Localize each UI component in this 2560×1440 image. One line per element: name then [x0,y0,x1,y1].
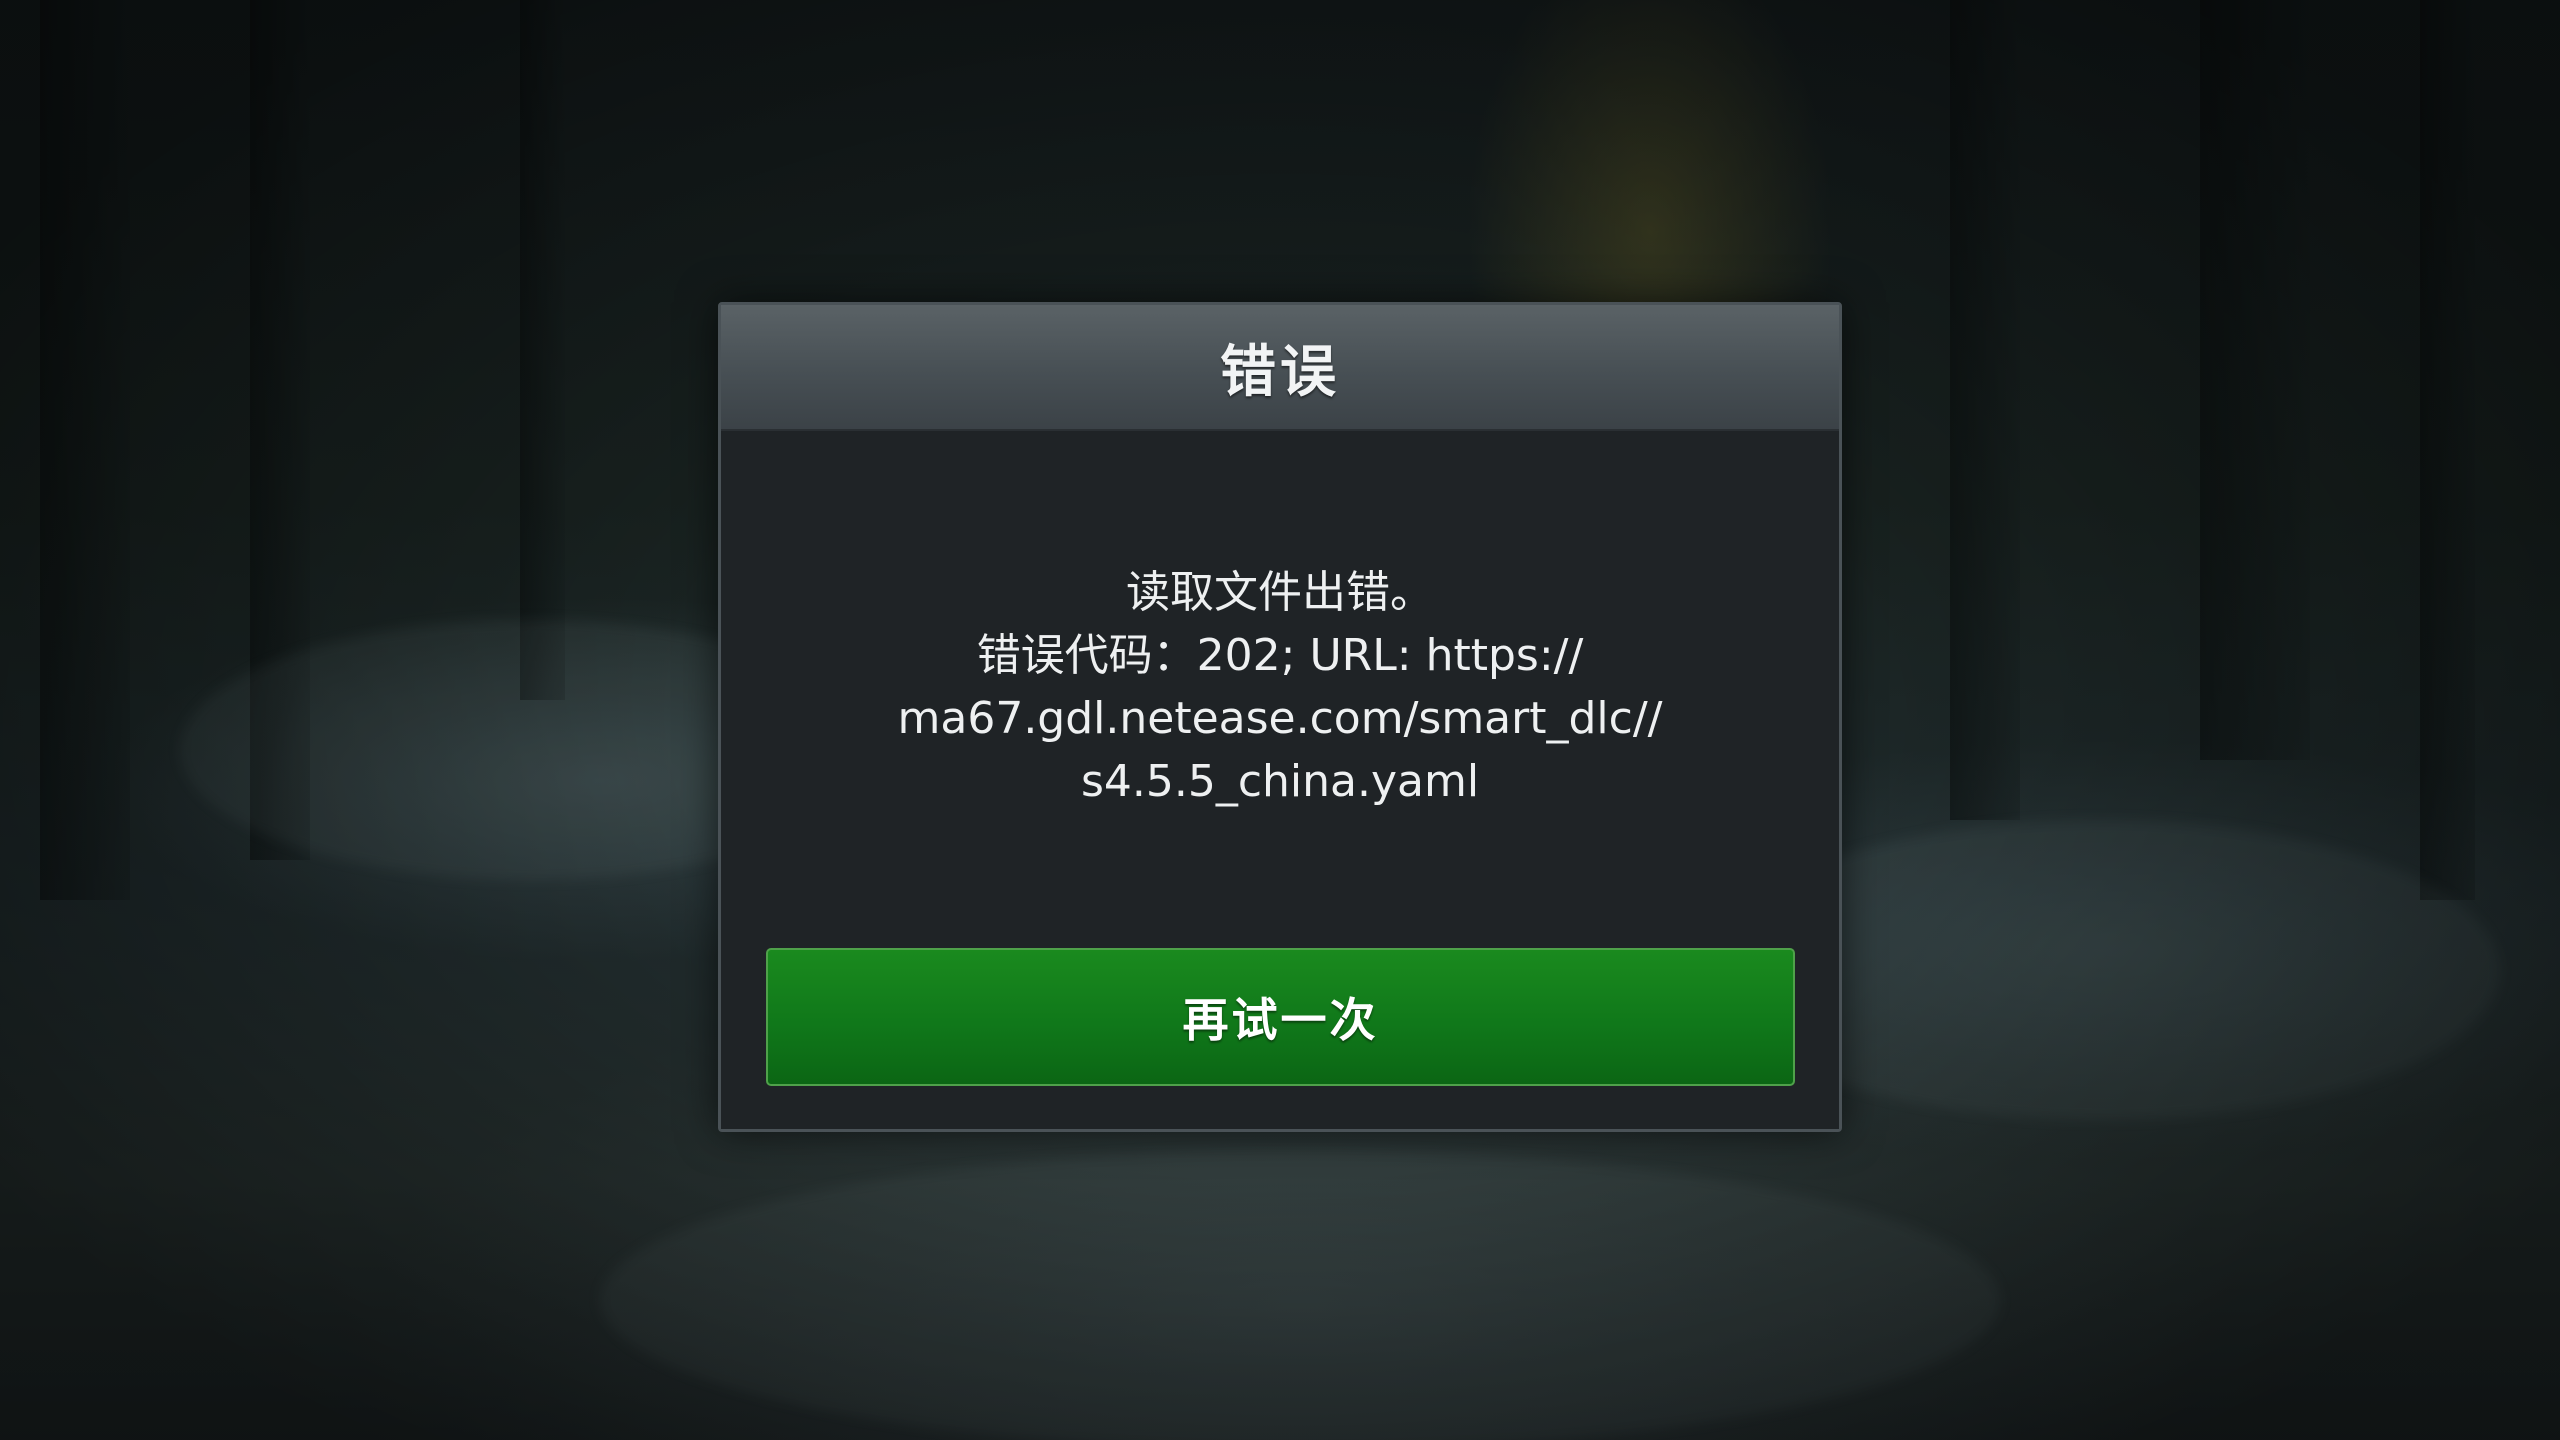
retry-button[interactable]: 再试一次 [766,948,1795,1086]
dialog-title: 错误 [1220,339,1340,405]
dialog-header: 错误 [721,305,1839,431]
error-message-line: 读取文件出错。 [1126,567,1434,618]
error-dialog: 错误 读取文件出错。 错误代码：202; URL: https:// ma67.… [718,302,1842,1132]
dialog-body: 读取文件出错。 错误代码：202; URL: https:// ma67.gdl… [721,431,1839,1129]
retry-button-label: 再试一次 [1182,993,1379,1047]
error-message-line: s4.5.5_china.yaml [1080,756,1480,807]
error-message: 读取文件出错。 错误代码：202; URL: https:// ma67.gdl… [801,561,1759,813]
error-message-line: ma67.gdl.netease.com/smart_dlc// [897,693,1663,744]
error-message-line: 错误代码：202; URL: https:// [976,630,1584,681]
